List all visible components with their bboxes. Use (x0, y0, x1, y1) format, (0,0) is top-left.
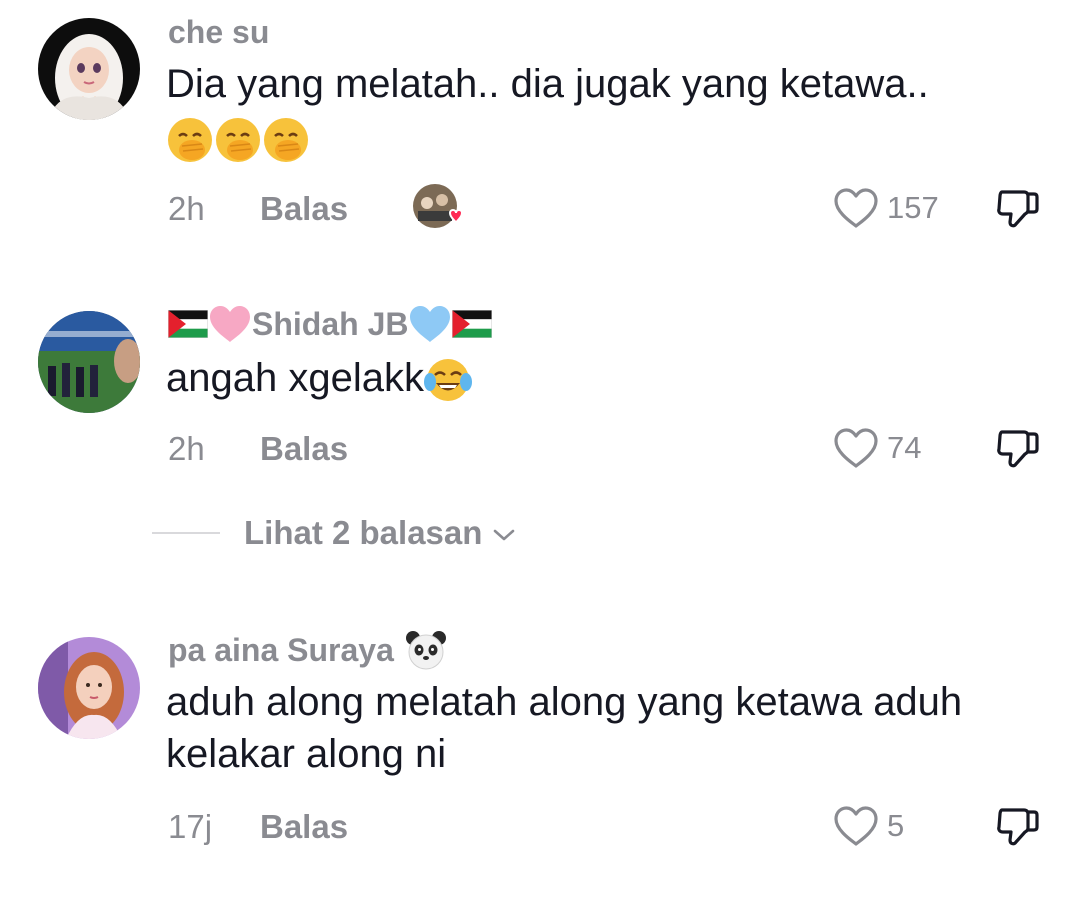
hand-over-mouth-icon (264, 118, 308, 162)
dislike-button[interactable] (994, 804, 1042, 855)
reply-button[interactable]: Balas (260, 807, 348, 847)
username-text: pa aina Suraya (168, 632, 394, 668)
like-count: 74 (887, 430, 922, 465)
avatar[interactable] (38, 637, 140, 739)
thumbs-down-icon (997, 430, 1039, 468)
comment-text: Dia yang melatah.. dia jugak yang ketawa… (166, 58, 1046, 164)
emoji-row (166, 116, 1046, 164)
comment-time: 17j (168, 808, 213, 845)
comment-text-line: Dia yang melatah.. dia jugak yang ketawa… (166, 62, 929, 106)
heart-outline-icon (834, 188, 878, 228)
comment-username[interactable]: che su (168, 12, 269, 52)
pink-heart-icon (210, 306, 250, 342)
light-blue-heart-icon (410, 306, 451, 342)
tears-of-joy-icon (423, 359, 472, 402)
username-text: Shidah JB (252, 306, 409, 342)
comment-username[interactable]: Shidah JB (168, 304, 493, 344)
thumbs-down-icon (997, 190, 1039, 228)
comment-time: 2h (168, 190, 205, 227)
chevron-down-icon (494, 529, 515, 541)
view-replies-label: Lihat 2 balasan (244, 514, 483, 551)
comment-text-line: angah xgelakk (166, 356, 424, 400)
heart-outline-icon (834, 428, 878, 468)
like-button[interactable]: 5 (833, 805, 904, 847)
hand-over-mouth-icon (216, 118, 260, 162)
panda-icon (405, 631, 446, 670)
view-replies-button[interactable]: Lihat 2 balasan (152, 513, 516, 553)
like-button[interactable]: 157 (833, 187, 939, 229)
like-count: 5 (887, 808, 905, 843)
divider (152, 532, 220, 534)
heart-outline-icon (834, 806, 878, 846)
like-count: 157 (887, 190, 939, 225)
reply-button[interactable]: Balas (260, 429, 348, 469)
comment-text: aduh along melatah along yang ketawa adu… (166, 680, 963, 776)
avatar[interactable] (38, 311, 140, 413)
comment-item: che su Dia yang melatah.. dia jugak yang… (0, 0, 1080, 260)
reply-button[interactable]: Balas (260, 189, 348, 229)
avatar[interactable] (38, 18, 140, 120)
comment-time: 2h (168, 430, 205, 467)
comment-text: angah xgelakk (166, 352, 1046, 404)
hand-over-mouth-icon (168, 118, 212, 162)
palestine-flag-icon (452, 310, 493, 338)
dislike-button[interactable] (994, 426, 1042, 477)
thumbs-down-icon (997, 808, 1039, 846)
palestine-flag-icon (168, 310, 208, 338)
creator-liked-badge (412, 183, 464, 233)
comment-username[interactable]: pa aina Suraya (168, 628, 448, 672)
like-button[interactable]: 74 (833, 427, 921, 469)
dislike-button[interactable] (994, 186, 1042, 237)
